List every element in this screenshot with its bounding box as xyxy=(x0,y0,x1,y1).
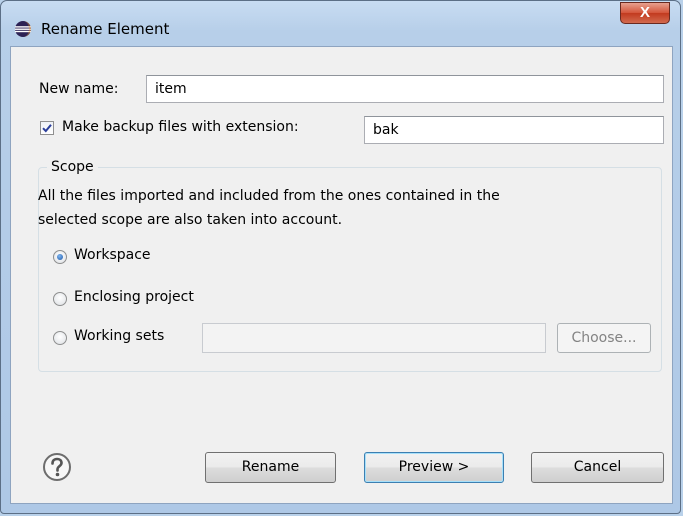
title-bar[interactable]: Rename Element X xyxy=(1,1,680,45)
preview-button[interactable]: Preview > xyxy=(364,452,504,483)
eclipse-icon xyxy=(14,20,32,38)
workspace-radio[interactable] xyxy=(53,250,67,264)
new-name-input[interactable] xyxy=(146,75,664,103)
rename-element-dialog: Rename Element X New name: Make backup f… xyxy=(0,0,681,514)
backup-extension-input[interactable] xyxy=(364,116,664,144)
choose-button[interactable]: Choose... xyxy=(557,323,651,353)
help-icon[interactable] xyxy=(42,452,72,482)
dialog-body: New name: Make backup files with extensi… xyxy=(10,46,673,504)
working-sets-input[interactable] xyxy=(202,323,546,353)
cancel-button[interactable]: Cancel xyxy=(531,452,664,483)
scope-description-line-2: selected scope are also taken into accou… xyxy=(38,212,343,228)
close-icon: X xyxy=(639,4,650,21)
backup-checkbox[interactable] xyxy=(40,121,54,135)
scope-description-line-1: All the files imported and included from… xyxy=(38,188,500,204)
working-sets-label[interactable]: Working sets xyxy=(74,328,164,344)
working-sets-radio[interactable] xyxy=(53,331,67,345)
workspace-label[interactable]: Workspace xyxy=(74,247,151,263)
rename-button[interactable]: Rename xyxy=(205,452,336,483)
enclosing-project-label[interactable]: Enclosing project xyxy=(74,289,194,305)
backup-label[interactable]: Make backup files with extension: xyxy=(62,119,299,135)
close-button[interactable]: X xyxy=(620,2,670,24)
new-name-label: New name: xyxy=(39,81,119,97)
enclosing-project-radio[interactable] xyxy=(53,292,67,306)
scope-title: Scope xyxy=(47,159,98,175)
window-title: Rename Element xyxy=(41,20,170,38)
